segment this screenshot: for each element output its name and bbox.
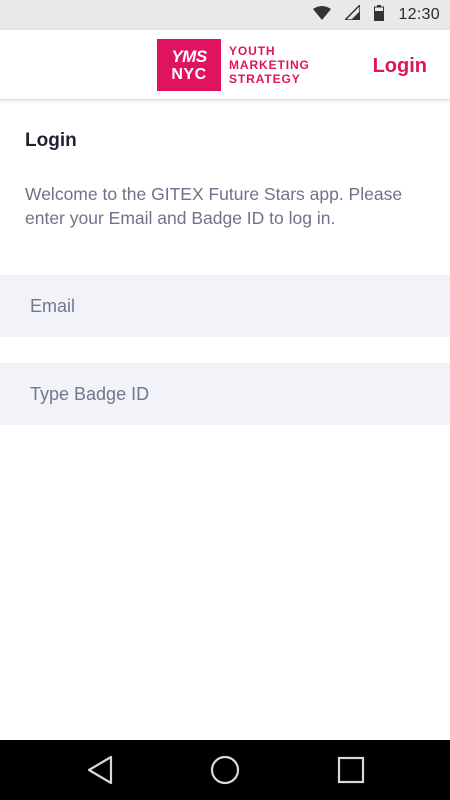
- logo-text-line1: YOUTH: [229, 44, 276, 58]
- screen: 12:30 YMS NYC YOUTH MARKETING STRATEGY L…: [0, 0, 450, 800]
- badge-id-input[interactable]: [0, 363, 450, 425]
- app-header: YMS NYC YOUTH MARKETING STRATEGY Login: [0, 30, 450, 100]
- status-time: 12:30: [398, 6, 440, 23]
- page-title: Login: [25, 130, 77, 151]
- email-input[interactable]: [0, 275, 450, 337]
- navigation-bar: [0, 740, 450, 800]
- wifi-icon: [313, 5, 332, 25]
- logo-badge: YMS NYC: [157, 39, 221, 91]
- logo-text: YOUTH MARKETING STRATEGY: [229, 44, 310, 86]
- header-login-button[interactable]: Login: [373, 55, 427, 78]
- status-bar: 12:30: [0, 0, 450, 30]
- logo-text-line3: STRATEGY: [229, 72, 301, 86]
- signal-icon: [343, 3, 362, 25]
- logo-text-line2: MARKETING: [229, 58, 310, 72]
- battery-icon: [374, 4, 385, 26]
- logo-badge-line2: NYC: [171, 65, 207, 83]
- brand-logo: YMS NYC YOUTH MARKETING STRATEGY: [157, 39, 310, 91]
- home-icon[interactable]: [209, 754, 241, 786]
- back-icon[interactable]: [84, 754, 116, 786]
- page-description: Welcome to the GITEX Future Stars app. P…: [25, 184, 403, 228]
- recents-icon[interactable]: [335, 754, 367, 786]
- logo-badge-line1: YMS: [171, 46, 207, 66]
